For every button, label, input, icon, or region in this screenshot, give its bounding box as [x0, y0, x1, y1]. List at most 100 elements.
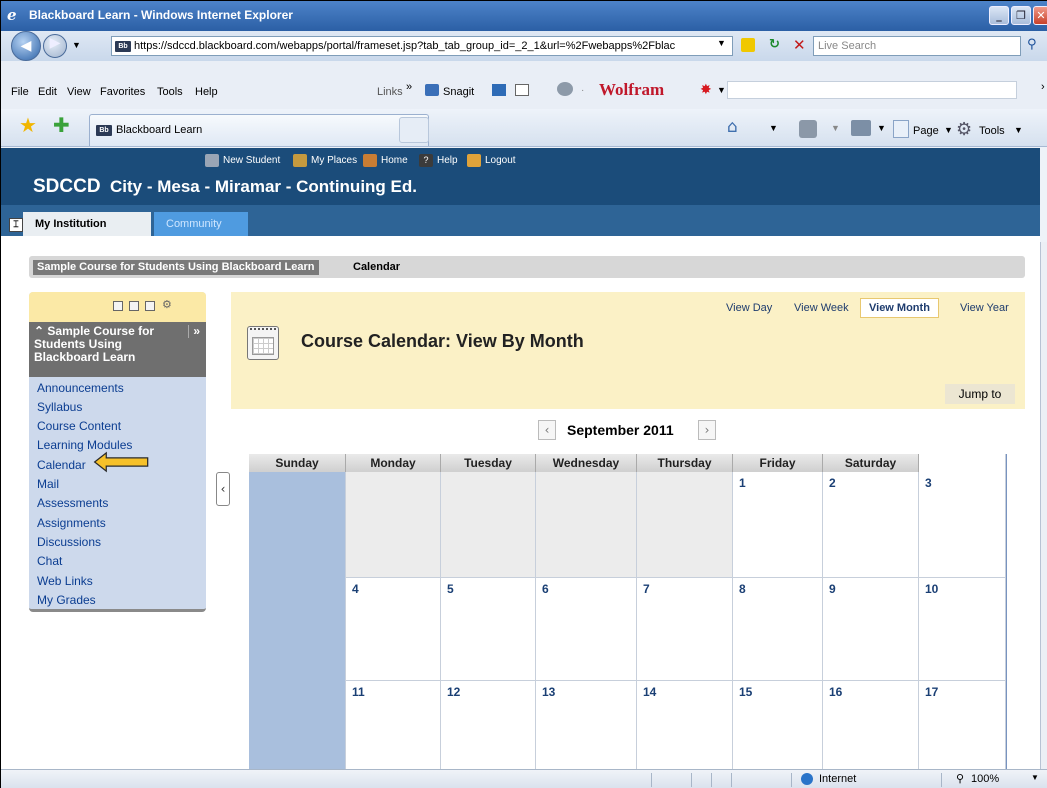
feeds-dropdown-icon[interactable]: ▼: [831, 123, 840, 133]
home-dropdown-icon[interactable]: ▼: [769, 123, 778, 133]
next-month-button[interactable]: ›: [698, 420, 716, 440]
search-icon[interactable]: ⚲: [1027, 37, 1037, 52]
wolfram-search-input[interactable]: [727, 81, 1017, 99]
home-link[interactable]: Home: [363, 154, 408, 167]
snagit-capture-icon[interactable]: [492, 84, 506, 96]
jump-to-button[interactable]: Jump to: [945, 384, 1015, 404]
folder-view-icon[interactable]: [129, 301, 139, 311]
menu-item-discussions[interactable]: Discussions: [37, 535, 101, 549]
menu-item-chat[interactable]: Chat: [37, 554, 62, 568]
snagit-label[interactable]: Snagit: [443, 86, 474, 98]
list-view-icon[interactable]: [113, 301, 123, 311]
menu-item-mail[interactable]: Mail: [37, 477, 59, 491]
recent-pages-dropdown-icon[interactable]: ▼: [72, 40, 81, 50]
page-dropdown-icon[interactable]: ▼: [944, 125, 953, 135]
tab-community[interactable]: Community: [154, 212, 248, 236]
menu-favorites[interactable]: Favorites: [100, 86, 145, 98]
calendar-day[interactable]: 8: [733, 578, 823, 681]
minimize-button[interactable]: _: [989, 6, 1009, 25]
collapse-menu-icon[interactable]: »: [188, 325, 200, 338]
view-week-link[interactable]: View Week: [794, 302, 849, 314]
print-icon[interactable]: [851, 120, 871, 136]
browser-tab-blackboard[interactable]: Bb Blackboard Learn: [89, 114, 429, 146]
vertical-scrollbar[interactable]: [1040, 242, 1047, 769]
calendar-day[interactable]: 11: [346, 681, 441, 769]
zoom-icon[interactable]: ⚲: [956, 772, 964, 785]
help-link[interactable]: ? Help: [419, 154, 458, 167]
gear-icon[interactable]: ⚙: [956, 119, 972, 140]
calendar-day[interactable]: 17: [919, 681, 1006, 769]
links-label[interactable]: Links: [377, 86, 403, 98]
calendar-day[interactable]: 3: [919, 454, 1006, 578]
print-dropdown-icon[interactable]: ▼: [877, 123, 886, 133]
menu-tools[interactable]: Tools: [157, 86, 183, 98]
calendar-day[interactable]: 5: [441, 578, 536, 681]
favorites-star-icon[interactable]: ★: [19, 113, 37, 137]
calendar-day[interactable]: 9: [823, 578, 919, 681]
wolfram-label[interactable]: Wolfram: [599, 80, 664, 100]
zoom-level[interactable]: 100%: [971, 773, 999, 785]
calendar-day[interactable]: 1: [733, 472, 823, 578]
page-icon[interactable]: [893, 120, 909, 138]
logout-link[interactable]: Logout: [467, 154, 516, 167]
new-tab-button[interactable]: [399, 117, 429, 143]
menu-item-course-content[interactable]: Course Content: [37, 419, 121, 433]
close-button[interactable]: ✕: [1033, 6, 1047, 25]
menu-item-web-links[interactable]: Web Links: [37, 574, 93, 588]
calendar-day[interactable]: 15: [733, 681, 823, 769]
home-icon[interactable]: ⌂: [727, 117, 738, 137]
snagit-icon[interactable]: [425, 84, 439, 96]
calendar-day[interactable]: 13: [536, 681, 637, 769]
menu-edit[interactable]: Edit: [38, 86, 57, 98]
tools-dropdown-icon[interactable]: ▼: [1014, 125, 1023, 135]
calendar-day[interactable]: 7: [637, 578, 733, 681]
lock-icon[interactable]: [741, 38, 755, 52]
prev-month-button[interactable]: ‹: [538, 420, 556, 440]
new-window-icon[interactable]: [145, 301, 155, 311]
search-input[interactable]: Live Search: [813, 36, 1021, 56]
new-student-link[interactable]: New Student: [205, 154, 280, 167]
view-year-link[interactable]: View Year: [960, 302, 1009, 314]
menu-item-syllabus[interactable]: Syllabus: [37, 400, 82, 414]
back-button[interactable]: ◀: [11, 31, 41, 61]
address-input[interactable]: Bb https://sdccd.blackboard.com/webapps/…: [111, 36, 733, 56]
calendar-day[interactable]: 14: [637, 681, 733, 769]
breadcrumb-course[interactable]: Sample Course for Students Using Blackbo…: [33, 260, 319, 275]
page-menu[interactable]: Page: [913, 125, 939, 137]
calendar-day[interactable]: 2: [823, 472, 919, 578]
restore-button[interactable]: ❐: [1011, 6, 1031, 25]
wolfram-dropdown-icon[interactable]: ▼: [717, 85, 726, 95]
printer-ui-icon[interactable]: [557, 82, 573, 96]
menu-item-learning-modules[interactable]: Learning Modules: [37, 438, 132, 452]
menu-item-calendar[interactable]: Calendar: [37, 458, 86, 472]
course-menu-title[interactable]: ⌃ Sample Course for Students Using Black…: [29, 322, 206, 377]
calendar-day[interactable]: 16: [823, 681, 919, 769]
tab-menu-icon[interactable]: ⌶: [9, 218, 23, 232]
menu-item-announcements[interactable]: Announcements: [37, 381, 124, 395]
settings-icon[interactable]: ⚙: [162, 298, 172, 311]
menu-item-my-grades[interactable]: My Grades: [37, 593, 96, 607]
menu-file[interactable]: File: [11, 86, 29, 98]
my-places-link[interactable]: My Places: [293, 154, 357, 167]
view-day-link[interactable]: View Day: [726, 302, 772, 314]
view-month-link[interactable]: View Month: [860, 298, 939, 318]
menu-view[interactable]: View: [67, 86, 91, 98]
forward-button[interactable]: ▶: [43, 34, 67, 58]
tools-menu[interactable]: Tools: [979, 125, 1005, 137]
address-dropdown-icon[interactable]: ▼: [717, 38, 726, 48]
tab-my-institution[interactable]: My Institution: [23, 212, 151, 236]
calendar-day[interactable]: 6: [536, 578, 637, 681]
zoom-dropdown-icon[interactable]: ▼: [1031, 773, 1039, 782]
toolbar-overflow-icon[interactable]: ›: [1041, 81, 1045, 93]
chevron-right-icon[interactable]: »: [406, 81, 412, 93]
refresh-icon[interactable]: ↻: [769, 37, 780, 52]
snagit-window-icon[interactable]: [515, 84, 529, 96]
menu-help[interactable]: Help: [195, 86, 218, 98]
collapse-sidebar-button[interactable]: ‹: [216, 472, 230, 506]
stop-icon[interactable]: ✕: [793, 36, 806, 54]
calendar-day[interactable]: 10: [919, 578, 1006, 681]
menu-item-assignments[interactable]: Assignments: [37, 516, 106, 530]
wolfram-star-icon[interactable]: ✸: [700, 82, 712, 98]
menu-item-assessments[interactable]: Assessments: [37, 496, 108, 510]
feeds-icon[interactable]: [799, 120, 817, 138]
